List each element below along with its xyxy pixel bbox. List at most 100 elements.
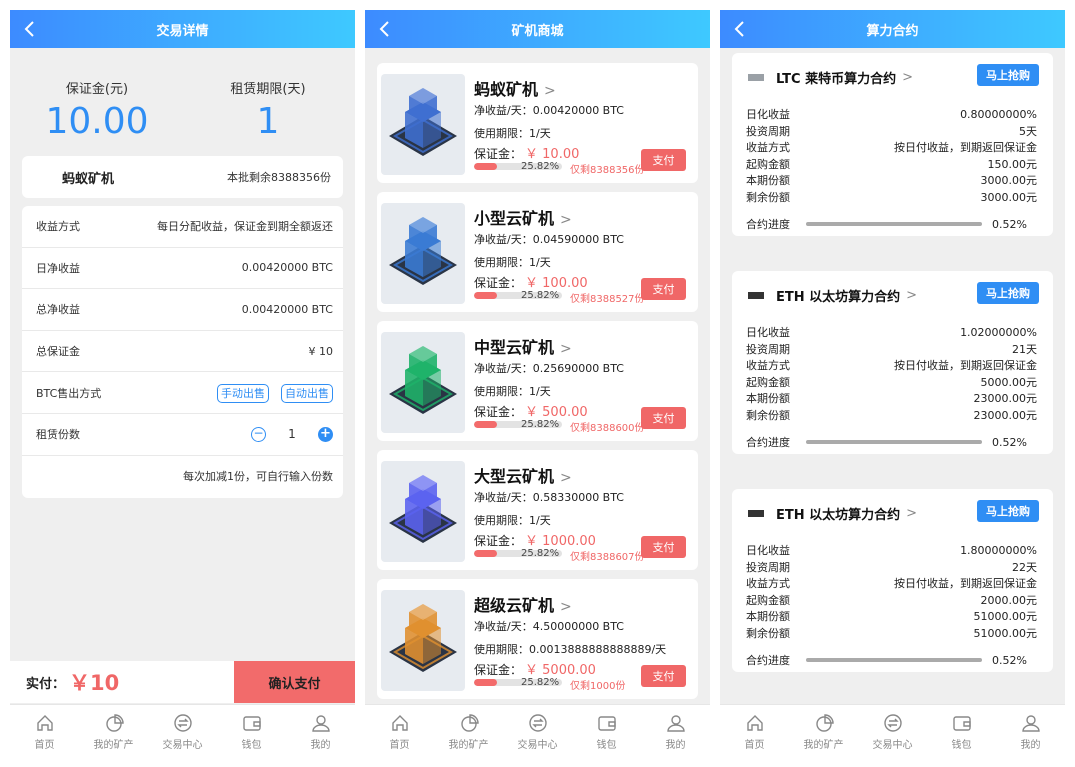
tab-user[interactable]: 我的 [996, 705, 1065, 758]
row-label: 日化收益 [746, 326, 790, 339]
coin-badge-icon [748, 74, 764, 81]
back-button[interactable] [375, 18, 395, 40]
tab-wallet[interactable]: 钱包 [217, 705, 286, 758]
product-deposit: 保证金： ￥ 1000.00 [474, 530, 596, 549]
sell-method-row: BTC售出方式 手动出售 自动出售 [22, 372, 343, 414]
exchange-icon [173, 714, 192, 732]
miner-image [381, 461, 465, 562]
tab-label: 我的 [665, 740, 686, 751]
tab-wallet[interactable]: 钱包 [572, 705, 641, 758]
pay-button[interactable]: 支付 [641, 407, 686, 429]
product-name[interactable]: 小型云矿机 > [474, 205, 572, 229]
deposit-label: 保证金： [474, 663, 523, 677]
detail-row: 收益方式 每日分配收益，保证金到期全额返还 [22, 206, 343, 248]
row-label: 总保证金 [36, 345, 80, 359]
product-name[interactable]: 蚂蚁矿机 > [474, 76, 556, 100]
progress-fill [474, 679, 497, 686]
row-label: 收益方式 [36, 220, 80, 234]
tab-home[interactable]: 首页 [10, 705, 79, 758]
tab-pie-chart[interactable]: 我的矿产 [434, 705, 503, 758]
row-label: 投资周期 [746, 560, 790, 574]
page-title: 矿机商城 [511, 23, 564, 39]
quantity-value[interactable]: 1 [266, 427, 318, 441]
buy-now-button[interactable]: 马上抢购 [977, 64, 1039, 86]
buy-now-button[interactable]: 马上抢购 [977, 282, 1039, 304]
deposit-value: ￥ 1000.00 [525, 534, 596, 549]
product-card[interactable]: 蚂蚁矿机 > 净收益/天：0.00420000 BTC 使用期限：1/天 保证金： ￥ 1… [377, 63, 698, 183]
tab-label: 交易中心 [162, 740, 203, 751]
plus-icon[interactable]: + [318, 426, 333, 442]
product-card[interactable]: 超级云矿机 > 净收益/天：4.50000000 BTC 使用期限：0.0013888… [377, 579, 698, 699]
pie-chart-icon [105, 714, 124, 732]
row-value: 0.80000000% [960, 108, 1037, 121]
back-button[interactable] [20, 18, 40, 40]
row-label: 日化收益 [746, 108, 790, 121]
product-name[interactable]: 超级云矿机 > [474, 592, 572, 616]
contract-title[interactable]: ETH 以太坊算力合约 > [748, 286, 917, 305]
row-value: 3000.00元 [980, 174, 1038, 187]
row-label: 本期份额 [746, 392, 790, 405]
miner-image [381, 332, 465, 433]
pay-button[interactable]: 支付 [641, 536, 686, 558]
trade-detail-screen: 交易详情 保证金(元) 10.00 租赁期限(天) 1 蚂蚁矿机 本批剩余838… [10, 10, 355, 758]
deposit-label: 保证金： [474, 147, 523, 161]
buy-now-button[interactable]: 马上抢购 [977, 500, 1039, 522]
back-button[interactable] [730, 18, 750, 40]
product-income: 净收益/天：4.50000000 BTC [474, 620, 624, 633]
tab-wallet[interactable]: 钱包 [927, 705, 996, 758]
tab-exchange[interactable]: 交易中心 [858, 705, 927, 758]
pie-chart-icon [815, 714, 834, 732]
tab-user[interactable]: 我的 [641, 705, 710, 758]
contract-row: 投资周期 22天 [746, 560, 1037, 577]
row-label: 日净收益 [36, 261, 80, 275]
tab-home[interactable]: 首页 [365, 705, 434, 758]
contract-title[interactable]: ETH 以太坊算力合约 > [748, 504, 917, 523]
product-card[interactable]: 大型云矿机 > 净收益/天：0.58330000 BTC 使用期限：1/天 保证金： ￥ … [377, 450, 698, 570]
chevron-right-icon: > [544, 83, 556, 99]
auto-sell-button[interactable]: 自动出售 [281, 383, 333, 403]
product-income: 净收益/天：0.00420000 BTC [474, 104, 624, 117]
pay-button[interactable]: 支付 [641, 665, 686, 687]
product-deposit: 保证金： ￥ 500.00 [474, 401, 588, 420]
contract-name: ETH 以太坊算力合约 [776, 290, 901, 305]
row-value: 3000.00元 [980, 190, 1038, 204]
product-remaining: 仅剩8388527份 [570, 294, 645, 305]
row-value: 22天 [1012, 560, 1037, 574]
contract-progress: 合约进度 0.52% [746, 216, 1037, 232]
row-value: 21天 [1012, 342, 1037, 356]
manual-sell-button[interactable]: 手动出售 [217, 383, 269, 403]
row-label: 起购金额 [746, 593, 790, 607]
tab-exchange[interactable]: 交易中心 [503, 705, 572, 758]
tab-exchange[interactable]: 交易中心 [148, 705, 217, 758]
contract-progress: 合约进度 0.52% [746, 434, 1037, 450]
deposit-label: 保证金： [474, 534, 523, 548]
tab-pie-chart[interactable]: 我的矿产 [789, 705, 858, 758]
confirm-pay-button[interactable]: 确认支付 [234, 661, 355, 703]
progress-label: 合约进度 [746, 218, 790, 231]
chevron-right-icon: > [560, 212, 572, 228]
row-value: 按日付收益，到期返回保证金 [894, 141, 1037, 154]
pay-label: 实付： [26, 676, 66, 692]
header: 矿机商城 [365, 10, 710, 48]
product-card[interactable]: 小型云矿机 > 净收益/天：0.04590000 BTC 使用期限：1/天 保证金： ￥ … [377, 192, 698, 312]
tab-label: 我的 [1020, 740, 1041, 751]
summary: 保证金(元) 10.00 租赁期限(天) 1 [10, 48, 355, 155]
progress-value: 0.52% [992, 653, 1027, 667]
header: 交易详情 [10, 10, 355, 48]
row-label: 日化收益 [746, 544, 790, 557]
tab-label: 首页 [34, 740, 55, 751]
product-name[interactable]: 中型云矿机 > [474, 334, 572, 358]
tab-home[interactable]: 首页 [720, 705, 789, 758]
pay-button[interactable]: 支付 [641, 278, 686, 300]
progress-percent: 25.82% [521, 419, 560, 430]
sell-method-label: BTC售出方式 [36, 386, 102, 400]
contract-title[interactable]: LTC 莱特币算力合约 > [748, 68, 913, 87]
product-name[interactable]: 大型云矿机 > [474, 463, 572, 487]
pay-button[interactable]: 支付 [641, 149, 686, 171]
tab-pie-chart[interactable]: 我的矿产 [79, 705, 148, 758]
contract-row: 本期份额 23000.00元 [746, 391, 1037, 408]
tab-user[interactable]: 我的 [286, 705, 355, 758]
chevron-left-icon [24, 21, 34, 37]
minus-icon[interactable]: − [251, 426, 266, 442]
product-card[interactable]: 中型云矿机 > 净收益/天：0.25690000 BTC 使用期限：1/天 保证金： ￥ … [377, 321, 698, 441]
